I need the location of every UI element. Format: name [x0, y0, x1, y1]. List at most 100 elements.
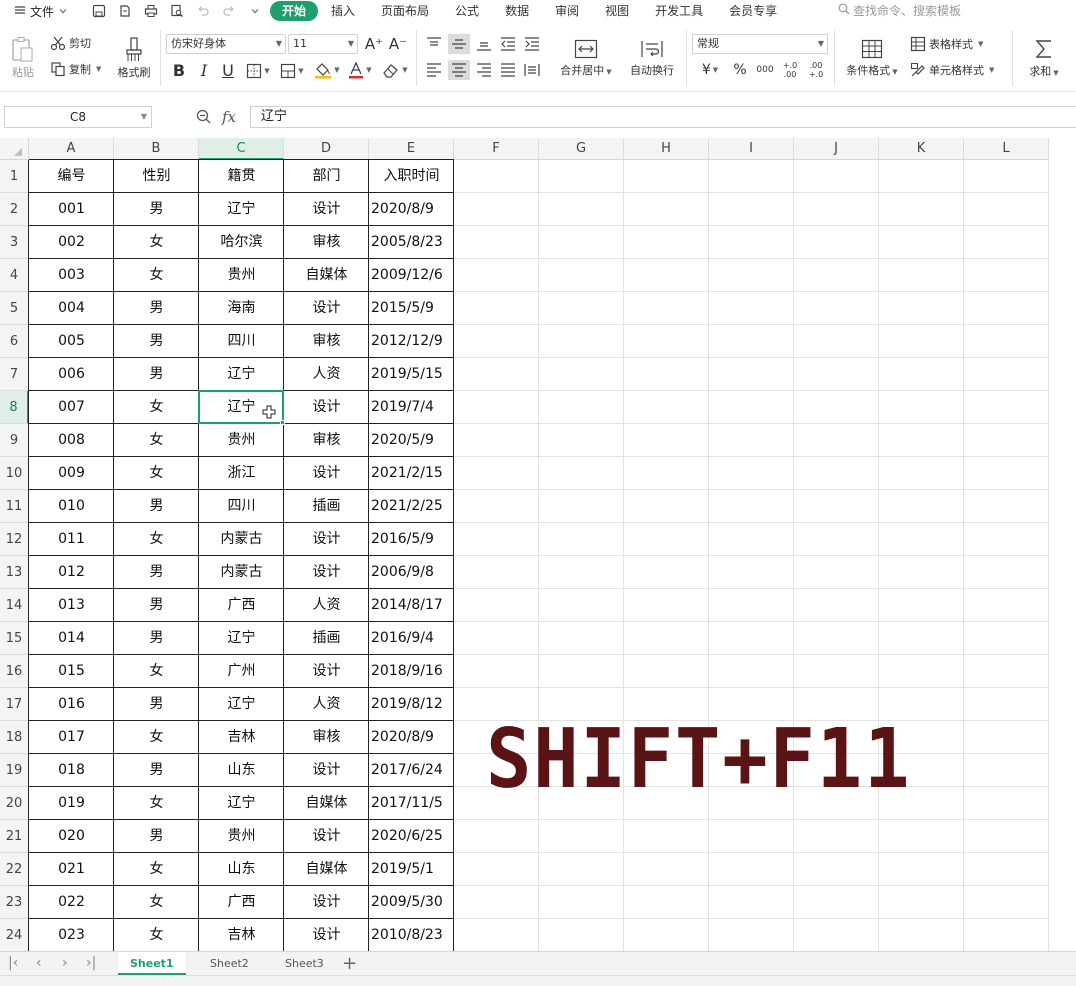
table-cell[interactable]: 男 — [114, 820, 199, 853]
table-cell[interactable]: 005 — [29, 325, 114, 358]
table-cell[interactable]: 设计 — [284, 556, 369, 589]
table-cell[interactable]: 广州 — [199, 655, 284, 688]
table-cell[interactable]: 设计 — [284, 523, 369, 556]
formula-input[interactable]: 辽宁 — [250, 106, 1076, 128]
tab-home[interactable]: 开始 — [270, 1, 319, 21]
table-cell[interactable]: 010 — [29, 490, 114, 523]
table-cell[interactable]: 女 — [114, 523, 199, 556]
column-header-k[interactable]: K — [879, 138, 964, 160]
redo-icon[interactable] — [220, 2, 238, 20]
table-cell[interactable]: 2005/8/23 — [369, 226, 454, 259]
table-cell[interactable]: 海南 — [199, 292, 284, 325]
table-cell[interactable]: 男 — [114, 490, 199, 523]
first-sheet-icon[interactable]: |‹ — [8, 955, 18, 971]
table-cell[interactable]: 女 — [114, 853, 199, 886]
name-box[interactable]: C8 ▼ — [4, 106, 152, 128]
table-cell[interactable]: 辽宁 — [199, 622, 284, 655]
table-cell[interactable]: 001 — [29, 193, 114, 226]
table-cell[interactable]: 2019/7/4 — [369, 391, 454, 424]
table-cell[interactable]: 山东 — [199, 754, 284, 787]
table-cell[interactable]: 贵州 — [199, 820, 284, 853]
row-header-2[interactable]: 2 — [0, 193, 29, 226]
row-header-23[interactable]: 23 — [0, 886, 29, 919]
format-painter-button[interactable]: 格式刷 — [114, 30, 154, 86]
table-cell[interactable]: 女 — [114, 919, 199, 951]
table-cell[interactable]: 2020/8/9 — [369, 193, 454, 226]
table-cell[interactable]: 贵州 — [199, 424, 284, 457]
clear-button[interactable]: ▼ — [380, 60, 410, 80]
prev-sheet-icon[interactable]: ‹ — [36, 955, 42, 971]
table-cell[interactable]: 002 — [29, 226, 114, 259]
table-cell[interactable]: 019 — [29, 787, 114, 820]
column-header-g[interactable]: G — [539, 138, 624, 160]
decrease-font-size-button[interactable]: A⁻ — [388, 34, 408, 54]
tab-page-layout[interactable]: 页面布局 — [368, 1, 442, 21]
cut-button[interactable]: 剪切 — [50, 34, 91, 52]
table-cell[interactable]: 浙江 — [199, 457, 284, 490]
row-header-14[interactable]: 14 — [0, 589, 29, 622]
column-header-e[interactable]: E — [369, 138, 454, 160]
table-cell[interactable]: 哈尔滨 — [199, 226, 284, 259]
table-cell[interactable]: 004 — [29, 292, 114, 325]
currency-button[interactable]: ¥ ▼ — [696, 60, 724, 80]
table-cell[interactable]: 2010/8/23 — [369, 919, 454, 951]
table-cell[interactable]: 018 — [29, 754, 114, 787]
row-header-5[interactable]: 5 — [0, 292, 29, 325]
table-cell[interactable]: 自媒体 — [284, 853, 369, 886]
table-cell[interactable]: 2014/8/17 — [369, 589, 454, 622]
row-header-4[interactable]: 4 — [0, 259, 29, 292]
table-cell[interactable]: 2017/11/5 — [369, 787, 454, 820]
table-cell[interactable]: 023 — [29, 919, 114, 951]
table-cell[interactable]: 四川 — [199, 325, 284, 358]
table-cell[interactable]: 013 — [29, 589, 114, 622]
table-cell[interactable]: 设计 — [284, 820, 369, 853]
table-cell[interactable]: 2020/6/25 — [369, 820, 454, 853]
row-header-15[interactable]: 15 — [0, 622, 29, 655]
merge-center-button[interactable]: 合并居中 ▼ — [556, 32, 616, 84]
justify-button[interactable] — [498, 60, 518, 80]
table-cell[interactable]: 广西 — [199, 886, 284, 919]
table-cell[interactable]: 011 — [29, 523, 114, 556]
table-cell[interactable]: 插画 — [284, 490, 369, 523]
tab-insert[interactable]: 插入 — [318, 1, 368, 21]
bold-button[interactable]: B — [170, 60, 188, 80]
table-cell[interactable]: 012 — [29, 556, 114, 589]
row-header-19[interactable]: 19 — [0, 754, 29, 787]
table-cell[interactable]: 设计 — [284, 886, 369, 919]
tab-data[interactable]: 数据 — [492, 1, 542, 21]
fill-handle[interactable] — [280, 420, 285, 425]
column-header-c[interactable]: C — [199, 138, 284, 160]
borders-button[interactable]: ▼ — [244, 61, 272, 81]
table-cell[interactable]: 女 — [114, 226, 199, 259]
table-cell[interactable]: 2018/9/16 — [369, 655, 454, 688]
header-cell[interactable]: 性别 — [114, 160, 199, 193]
table-cell[interactable]: 2015/5/9 — [369, 292, 454, 325]
increase-font-size-button[interactable]: A⁺ — [364, 34, 384, 54]
table-cell[interactable]: 男 — [114, 754, 199, 787]
table-cell[interactable]: 四川 — [199, 490, 284, 523]
table-cell[interactable]: 2019/8/12 — [369, 688, 454, 721]
table-style-button[interactable]: 表格样式 ▼ — [910, 34, 983, 54]
row-header-6[interactable]: 6 — [0, 325, 29, 358]
percent-button[interactable]: % — [730, 60, 750, 80]
table-cell[interactable]: 2020/8/9 — [369, 721, 454, 754]
table-cell[interactable]: 021 — [29, 853, 114, 886]
table-cell[interactable]: 设计 — [284, 655, 369, 688]
table-cell[interactable]: 女 — [114, 391, 199, 424]
zoom-icon[interactable] — [196, 109, 212, 128]
table-cell[interactable]: 审核 — [284, 226, 369, 259]
print-icon[interactable] — [142, 2, 160, 20]
table-cell[interactable]: 男 — [114, 556, 199, 589]
paste-button[interactable]: 粘贴 — [6, 30, 40, 86]
table-cell[interactable]: 人资 — [284, 358, 369, 391]
table-cell[interactable]: 006 — [29, 358, 114, 391]
table-cell[interactable]: 007 — [29, 391, 114, 424]
tab-member[interactable]: 会员专享 — [716, 1, 790, 21]
italic-button[interactable]: I — [195, 60, 213, 80]
font-color-button[interactable]: ▼ — [346, 60, 374, 80]
table-cell[interactable]: 自媒体 — [284, 787, 369, 820]
sheet-tab-3[interactable]: Sheet3 — [273, 952, 336, 975]
table-cell[interactable]: 人资 — [284, 589, 369, 622]
table-cell[interactable]: 003 — [29, 259, 114, 292]
file-menu[interactable]: 文件 — [14, 3, 68, 20]
